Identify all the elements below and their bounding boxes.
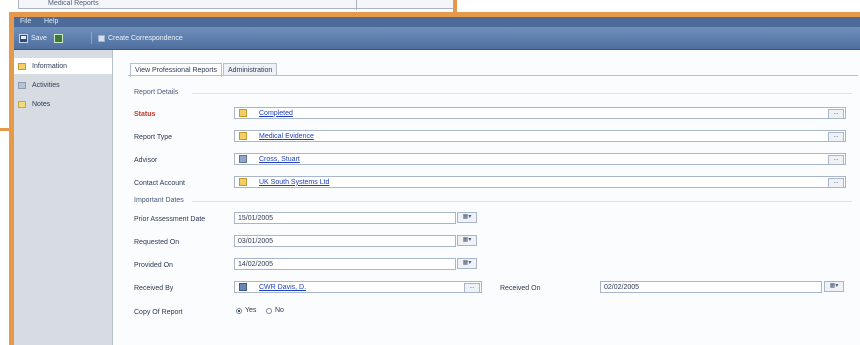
lookup-icon[interactable]: ... bbox=[828, 155, 844, 165]
received-by-label: Received By bbox=[134, 285, 174, 292]
radio-unselected-icon bbox=[266, 307, 272, 314]
received-by-lookup[interactable]: CWR Davis, D. ... bbox=[234, 281, 482, 293]
folder-icon bbox=[239, 132, 247, 140]
nav-item-activities[interactable]: Activities bbox=[14, 77, 112, 93]
advisor-lookup[interactable]: Cross, Stuart ... bbox=[234, 153, 846, 165]
provided-on-value: 14/02/2005 bbox=[238, 261, 274, 268]
divider bbox=[192, 93, 852, 94]
lookup-icon[interactable]: ... bbox=[828, 178, 844, 188]
report-type-lookup[interactable]: Medical Evidence ... bbox=[234, 130, 846, 142]
nav-item-label: Activities bbox=[32, 81, 60, 89]
record-window: File Help Save Create Correspondence Inf… bbox=[14, 17, 860, 345]
user-icon bbox=[239, 155, 247, 163]
nav-item-notes[interactable]: Notes bbox=[14, 96, 112, 112]
left-navigation: Information Activities Notes bbox=[14, 50, 113, 345]
nav-item-label: Information bbox=[32, 62, 68, 70]
copy-of-report-label: Copy Of Report bbox=[134, 309, 183, 316]
toolbar-separator bbox=[91, 32, 92, 44]
highlight-frame-tick bbox=[0, 128, 10, 131]
menu-help[interactable]: Help bbox=[44, 18, 58, 26]
radio-yes-label: Yes bbox=[245, 307, 257, 314]
contact-account-label: Contact Account bbox=[134, 180, 185, 187]
nav-item-label: Notes bbox=[32, 100, 51, 108]
folder-icon bbox=[239, 109, 247, 117]
copy-of-report-yes-radio[interactable]: Yes bbox=[236, 307, 256, 314]
menu-file[interactable]: File bbox=[20, 18, 31, 26]
report-type-label: Report Type bbox=[134, 134, 173, 141]
nav-item-information[interactable]: Information bbox=[14, 58, 112, 74]
report-type-value[interactable]: Medical Evidence bbox=[259, 133, 314, 140]
status-value[interactable]: Completed bbox=[259, 110, 293, 117]
provided-on-date-field[interactable]: 14/02/2005 bbox=[234, 258, 456, 270]
radio-selected-icon bbox=[236, 307, 242, 314]
lookup-icon[interactable]: ... bbox=[828, 109, 844, 119]
create-correspondence-label: Create Correspondence bbox=[108, 34, 183, 42]
radio-no-label: No bbox=[275, 307, 284, 314]
divider bbox=[192, 201, 852, 202]
calendar-icon[interactable]: ▦▾ bbox=[457, 258, 477, 269]
first-assessment-value: 15/01/2005 bbox=[238, 215, 274, 222]
calendar-icon[interactable]: ▦▾ bbox=[824, 281, 844, 292]
calendar-icon[interactable]: ▦▾ bbox=[457, 212, 477, 223]
lookup-icon[interactable]: ... bbox=[828, 132, 844, 142]
received-on-date-field[interactable]: 02/02/2005 bbox=[600, 281, 822, 293]
status-label: Status bbox=[134, 111, 156, 118]
correspondence-icon bbox=[98, 34, 105, 42]
menu-bar: File Help bbox=[14, 17, 860, 27]
save-and-close-button[interactable] bbox=[54, 32, 63, 44]
advisor-value[interactable]: Cross, Stuart bbox=[259, 156, 300, 163]
activities-icon bbox=[18, 81, 26, 89]
section-report-details: Report Details bbox=[134, 89, 179, 96]
save-button[interactable]: Save bbox=[19, 32, 47, 44]
contact-icon bbox=[239, 283, 247, 291]
save-icon bbox=[19, 33, 28, 43]
background-window-strip: Medical Reports bbox=[0, 0, 860, 10]
background-breadcrumb: Medical Reports bbox=[48, 0, 99, 7]
provided-on-label: Provided On bbox=[134, 262, 173, 269]
first-assessment-date-field[interactable]: 15/01/2005 bbox=[234, 212, 456, 224]
save-button-label: Save bbox=[31, 34, 47, 42]
status-lookup[interactable]: Completed ... bbox=[234, 107, 846, 119]
info-icon bbox=[18, 62, 26, 70]
contact-account-lookup[interactable]: UK South Systems Ltd ... bbox=[234, 176, 846, 188]
requested-on-date-field[interactable]: 03/01/2005 bbox=[234, 235, 456, 247]
received-on-value: 02/02/2005 bbox=[604, 284, 640, 291]
save-and-close-icon bbox=[54, 33, 63, 43]
advisor-label: Advisor bbox=[134, 157, 158, 164]
divider bbox=[128, 75, 858, 76]
first-assessment-label: Prior Assessment Date bbox=[134, 216, 206, 223]
received-by-value[interactable]: CWR Davis, D. bbox=[259, 284, 306, 291]
create-correspondence-button[interactable]: Create Correspondence bbox=[98, 32, 183, 44]
contact-account-value[interactable]: UK South Systems Ltd bbox=[259, 179, 329, 186]
requested-on-value: 03/01/2005 bbox=[238, 238, 274, 245]
toolbar: Save Create Correspondence bbox=[14, 27, 860, 50]
received-on-label: Received On bbox=[500, 285, 541, 292]
lookup-icon[interactable]: ... bbox=[464, 283, 480, 293]
background-panel bbox=[357, 0, 453, 9]
section-important-dates: Important Dates bbox=[134, 197, 184, 204]
copy-of-report-no-radio[interactable]: No bbox=[266, 307, 284, 314]
notes-icon bbox=[18, 100, 26, 108]
calendar-icon[interactable]: ▦▾ bbox=[457, 235, 477, 246]
account-icon bbox=[239, 178, 247, 186]
requested-on-label: Requested On bbox=[134, 239, 180, 246]
